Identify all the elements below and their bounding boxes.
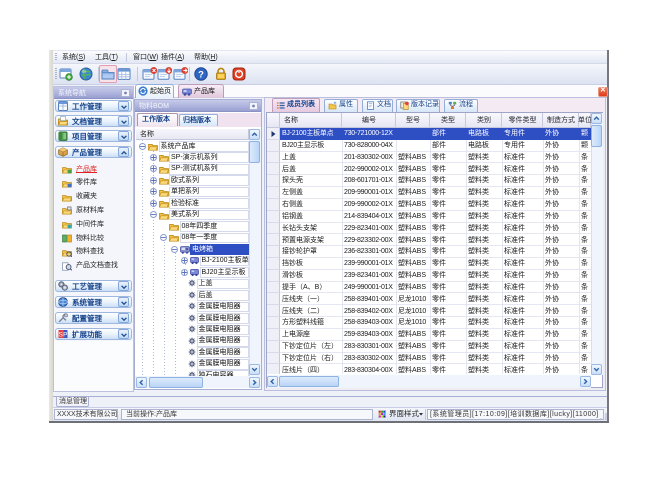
svg-text:?: ? <box>198 68 204 79</box>
svg-text:P: P <box>63 332 67 339</box>
svg-text:S: S <box>58 332 62 339</box>
